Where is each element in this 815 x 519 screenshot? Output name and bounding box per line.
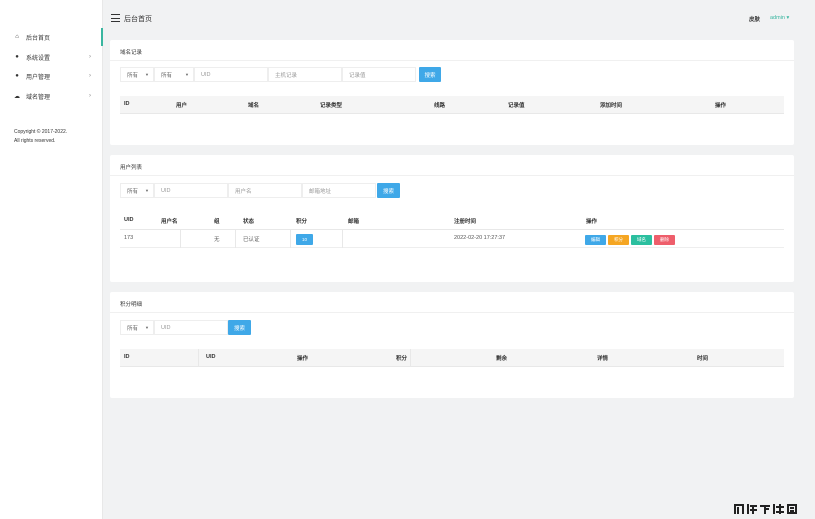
card-title: 积分明细 — [120, 302, 143, 308]
theme-button[interactable]: 皮肤 — [749, 15, 760, 23]
column-separator — [290, 230, 291, 248]
sidebar: ⌂ 后台首页 ● 系统设置 › ● 用户管理 › ☁ 域名管理 › Copyri… — [0, 0, 103, 519]
col-time: 时间 — [697, 356, 709, 362]
domain-button[interactable]: 域名 — [631, 235, 652, 245]
filter-select[interactable]: 所有 ▼ — [120, 183, 154, 198]
caret-down-icon: ▼ — [185, 72, 189, 77]
host-record-input[interactable]: 主机记录 — [268, 67, 342, 82]
select-value: 所有 — [127, 72, 139, 79]
column-separator — [235, 230, 236, 248]
column-separator — [198, 349, 199, 367]
sidebar-item-label: 后台首页 — [26, 35, 51, 42]
col-username: 用户名 — [161, 219, 178, 225]
sidebar-item-label: 系统设置 — [26, 55, 51, 62]
chevron-right-icon: › — [89, 73, 91, 79]
col-detail: 详情 — [597, 356, 609, 362]
domain-records-card: 域名记录 所有 ▼ 所有 ▼ UID 主机记录 记录值 搜索 ID 用户 域名 … — [110, 40, 794, 145]
cell-status: 已认证 — [243, 237, 260, 243]
sidebar-item-domain-management[interactable]: ☁ 域名管理 › — [0, 87, 103, 105]
col-uid: UID — [206, 354, 216, 360]
col-reg-time: 注册时间 — [454, 219, 477, 225]
card-title: 用户列表 — [120, 165, 143, 171]
points-badge: 10 — [296, 234, 313, 245]
select-value: 所有 — [127, 188, 139, 195]
palette-icon: ● — [15, 54, 19, 60]
user-list-card: 用户列表 所有 ▼ UID 用户名 邮箱地址 搜索 UID 用户名 组 状态 积… — [110, 155, 794, 282]
caret-down-icon: ▼ — [145, 72, 149, 77]
record-value-input[interactable]: 记录值 — [342, 67, 416, 82]
user-icon: ● — [15, 73, 19, 79]
search-button[interactable]: 搜索 — [228, 320, 251, 335]
col-user: 用户 — [176, 103, 188, 109]
divider — [110, 60, 794, 61]
caret-down-icon: ▼ — [145, 325, 149, 330]
uid-input[interactable]: UID — [154, 183, 228, 198]
divider — [110, 312, 794, 313]
col-id: ID — [124, 354, 130, 360]
column-separator — [410, 349, 411, 367]
column-separator — [180, 230, 181, 248]
col-remaining: 剩余 — [496, 356, 508, 362]
delete-button[interactable]: 删除 — [654, 235, 675, 245]
select-value: 所有 — [161, 72, 173, 79]
copyright: Copyright © 2017-2022. All rights reserv… — [14, 128, 100, 146]
points-button[interactable]: 积分 — [608, 235, 629, 245]
filter-select[interactable]: 所有 ▼ — [120, 320, 154, 335]
search-button[interactable]: 搜索 — [377, 183, 400, 198]
cell-uid: 173 — [124, 235, 134, 241]
sidebar-item-home[interactable]: ⌂ 后台首页 — [0, 28, 103, 46]
page-title: 后台首页 — [124, 16, 152, 23]
filter-select[interactable]: 所有 ▼ — [120, 67, 154, 82]
col-record-value: 记录值 — [508, 103, 525, 109]
copyright-line: All rights reserved. — [14, 138, 56, 144]
col-id: ID — [124, 101, 130, 107]
card-title: 域名记录 — [120, 50, 143, 56]
edit-button[interactable]: 编辑 — [585, 235, 606, 245]
cloud-icon: ☁ — [14, 93, 20, 100]
copyright-line: Copyright © 2017-2022. — [14, 129, 68, 135]
email-input[interactable]: 邮箱地址 — [302, 183, 376, 198]
col-email: 邮箱 — [348, 219, 360, 225]
menu-icon[interactable] — [111, 14, 120, 22]
chevron-right-icon: › — [89, 93, 91, 99]
search-button[interactable]: 搜索 — [419, 67, 441, 82]
col-operation: 操作 — [297, 356, 309, 362]
sidebar-item-label: 域名管理 — [26, 94, 51, 101]
col-domain: 域名 — [248, 103, 260, 109]
col-added-time: 添加时间 — [600, 103, 623, 109]
col-actions: 操作 — [715, 103, 727, 109]
col-record-type: 记录类型 — [320, 103, 343, 109]
filter-select-2[interactable]: 所有 ▼ — [154, 67, 194, 82]
user-menu[interactable]: admin ▾ — [770, 15, 789, 21]
col-actions: 操作 — [586, 219, 598, 225]
sidebar-item-label: 用户管理 — [26, 74, 51, 81]
column-separator — [342, 230, 343, 248]
uid-input[interactable]: UID — [194, 67, 268, 82]
sidebar-item-system-settings[interactable]: ● 系统设置 › — [0, 48, 103, 66]
col-points: 积分 — [396, 356, 408, 362]
table-header: ID 用户 域名 记录类型 线路 记录值 添加时间 操作 — [120, 96, 784, 114]
cell-group: 无 — [214, 237, 220, 243]
select-value: 所有 — [127, 325, 139, 332]
col-group: 组 — [214, 219, 220, 225]
points-detail-card: 积分明细 所有 ▼ UID 搜索 ID UID 操作 积分 剩余 详情 时间 — [110, 292, 794, 398]
col-uid: UID — [124, 217, 134, 223]
cell-reg-time: 2022-02-20 17:27:37 — [454, 235, 506, 241]
header: 后台首页 皮肤 admin ▾ — [103, 0, 815, 38]
home-icon: ⌂ — [15, 34, 19, 40]
chevron-right-icon: › — [89, 54, 91, 60]
username-input[interactable]: 用户名 — [228, 183, 302, 198]
sidebar-item-user-management[interactable]: ● 用户管理 › — [0, 67, 103, 85]
divider — [110, 175, 794, 176]
table-header: ID UID 操作 积分 剩余 详情 时间 — [120, 349, 784, 367]
watermark-logo — [734, 504, 797, 514]
table-header: UID 用户名 组 状态 积分 邮箱 注册时间 操作 — [120, 212, 784, 230]
col-points: 积分 — [296, 219, 308, 225]
col-line: 线路 — [434, 103, 446, 109]
caret-down-icon: ▼ — [145, 188, 149, 193]
uid-input[interactable]: UID — [154, 320, 228, 335]
table-row: 173 无 已认证 10 2022-02-20 17:27:37 编辑 积分 域… — [120, 230, 784, 248]
col-status: 状态 — [243, 219, 255, 225]
